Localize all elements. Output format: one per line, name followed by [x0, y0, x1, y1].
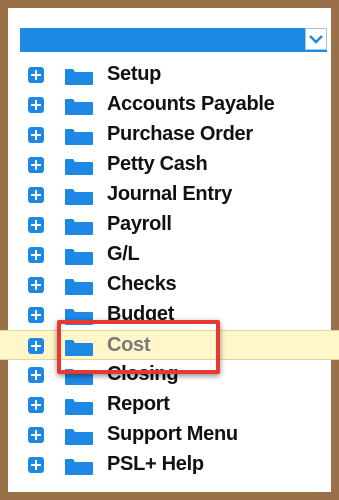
expand-icon[interactable]	[28, 277, 44, 293]
menu-item-purchase-order[interactable]: Purchase Order	[0, 120, 339, 150]
menu-item-label: Journal Entry	[107, 183, 233, 205]
expand-icon[interactable]	[28, 457, 44, 473]
folder-icon	[65, 459, 93, 475]
folder-icon	[65, 99, 93, 115]
menu-item-checks[interactable]: Checks	[0, 270, 339, 300]
folder-icon	[65, 309, 93, 325]
folder-icon	[65, 189, 93, 205]
expand-icon[interactable]	[28, 157, 44, 173]
folder-icon	[65, 159, 93, 175]
menu-item-label: Support Menu	[107, 423, 238, 445]
folder-icon	[65, 69, 93, 85]
expand-icon[interactable]	[28, 367, 44, 383]
menu-item-journal-entry[interactable]: Journal Entry	[0, 180, 339, 210]
dropdown-button[interactable]	[305, 28, 327, 50]
menu-item-gl[interactable]: G/L	[0, 240, 339, 270]
menu-item-label: Budget	[107, 303, 175, 325]
menu-item-psl-help[interactable]: PSL+ Help	[0, 450, 339, 480]
expand-icon[interactable]	[28, 427, 44, 443]
folder-icon	[65, 129, 93, 145]
menu-item-label: Closing	[107, 363, 179, 385]
expand-icon[interactable]	[28, 217, 44, 233]
expand-icon[interactable]	[28, 307, 44, 323]
folder-icon	[65, 219, 93, 235]
menu-item-label: Petty Cash	[107, 153, 208, 175]
folder-icon	[65, 429, 93, 445]
folder-icon	[65, 279, 93, 295]
menu-item-label: Accounts Payable	[107, 93, 275, 115]
expand-icon[interactable]	[28, 97, 44, 113]
folder-icon	[65, 369, 93, 385]
menu-item-petty-cash[interactable]: Petty Cash	[0, 150, 339, 180]
folder-icon	[65, 340, 93, 356]
tree-menu: Setup Accounts Payable Purchase Order Pe…	[0, 60, 339, 480]
expand-icon[interactable]	[28, 247, 44, 263]
expand-icon[interactable]	[28, 338, 44, 354]
menu-item-label: Report	[107, 393, 170, 415]
menu-item-label: Checks	[107, 273, 177, 295]
menu-item-label: Purchase Order	[107, 123, 253, 145]
menu-item-setup[interactable]: Setup	[0, 60, 339, 90]
menu-item-payroll[interactable]: Payroll	[0, 210, 339, 240]
expand-icon[interactable]	[28, 397, 44, 413]
chevron-down-icon	[309, 35, 323, 44]
header-bar	[20, 28, 327, 52]
menu-item-closing[interactable]: Closing	[0, 360, 339, 390]
menu-item-label: Cost	[107, 334, 151, 356]
folder-icon	[65, 399, 93, 415]
expand-icon[interactable]	[28, 187, 44, 203]
expand-icon[interactable]	[28, 127, 44, 143]
menu-item-budget[interactable]: Budget	[0, 300, 339, 330]
expand-icon[interactable]	[28, 67, 44, 83]
menu-item-label: G/L	[107, 243, 140, 265]
menu-item-cost[interactable]: Cost	[0, 330, 339, 360]
menu-item-support-menu[interactable]: Support Menu	[0, 420, 339, 450]
folder-icon	[65, 249, 93, 265]
menu-item-label: PSL+ Help	[107, 453, 204, 475]
menu-item-label: Setup	[107, 63, 162, 85]
menu-item-accounts-payable[interactable]: Accounts Payable	[0, 90, 339, 120]
menu-item-label: Payroll	[107, 213, 172, 235]
menu-item-report[interactable]: Report	[0, 390, 339, 420]
